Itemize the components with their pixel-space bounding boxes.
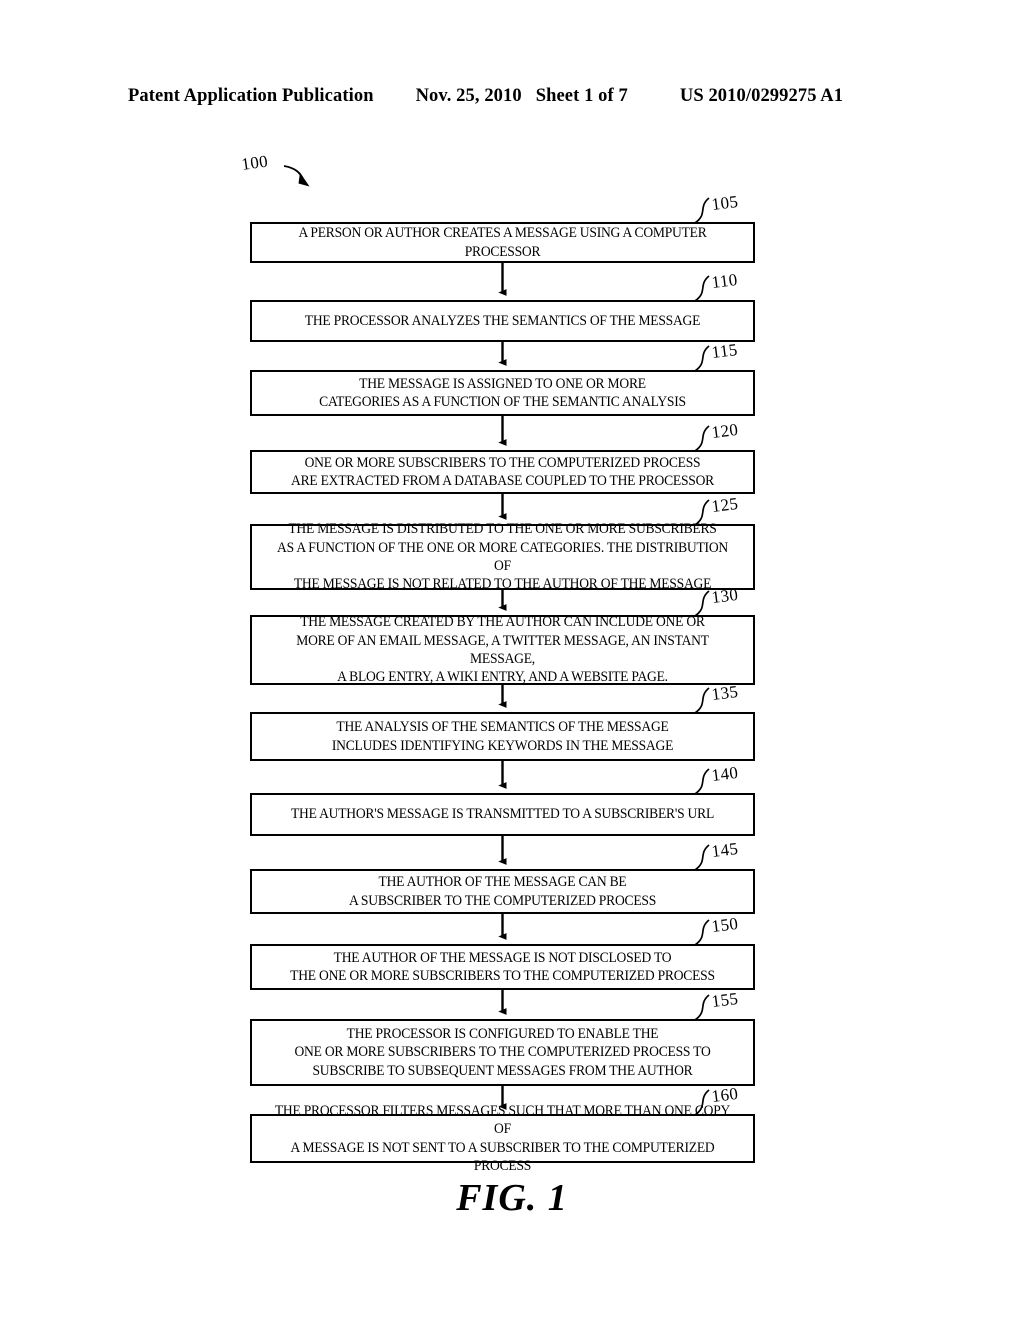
figure-caption: FIG. 1 [456, 1177, 568, 1219]
reference-numeral-155: 155 [710, 988, 740, 1012]
flowchart-figure: 100 A PERSON OR AUTHOR CREATES A MESSAGE… [0, 0, 1024, 1320]
flowchart-step-120: ONE OR MORE SUBSCRIBERS TO THE COMPUTERI… [250, 450, 755, 494]
flowchart-step-150: THE AUTHOR OF THE MESSAGE IS NOT DISCLOS… [250, 944, 755, 990]
flowchart-step-105: A PERSON OR AUTHOR CREATES A MESSAGE USI… [250, 222, 755, 263]
reference-numeral-140: 140 [710, 762, 740, 786]
reference-numeral-120: 120 [710, 419, 740, 443]
reference-numeral-105: 105 [710, 191, 740, 215]
reference-numeral-135: 135 [710, 681, 740, 705]
flowchart-step-label: THE MESSAGE IS DISTRIBUTED TO THE ONE OR… [277, 521, 728, 593]
flowchart-step-140: THE AUTHOR'S MESSAGE IS TRANSMITTED TO A… [250, 793, 755, 836]
flowchart-step-label: THE PROCESSOR FILTERS MESSAGES SUCH THAT… [274, 1102, 731, 1174]
reference-numeral-110: 110 [710, 269, 739, 293]
flowchart-step-160: THE PROCESSOR FILTERS MESSAGES SUCH THAT… [250, 1103, 755, 1174]
leader-line-130 [694, 590, 710, 617]
flowchart-step-label: THE AUTHOR'S MESSAGE IS TRANSMITTED TO A… [290, 806, 715, 823]
flowchart-step-label: ONE OR MORE SUBSCRIBERS TO THE COMPUTERI… [290, 454, 715, 489]
reference-numeral-130: 130 [710, 584, 740, 608]
reference-numeral-150: 150 [710, 913, 740, 937]
flowchart-step-115: THE MESSAGE IS ASSIGNED TO ONE OR MORE C… [250, 370, 755, 416]
leader-line-155 [694, 994, 710, 1021]
flowchart-step-label: THE AUTHOR OF THE MESSAGE CAN BE A SUBSC… [348, 874, 657, 909]
flowchart-step-125: THE MESSAGE IS DISTRIBUTED TO THE ONE OR… [250, 521, 755, 592]
flowchart-step-label: THE MESSAGE CREATED BY THE AUTHOR CAN IN… [296, 614, 709, 686]
flowchart-step-label: THE PROCESSOR IS CONFIGURED TO ENABLE TH… [294, 1025, 711, 1079]
leader-line-115 [694, 345, 710, 372]
figure-origin-ref: 100 [240, 151, 270, 175]
flowchart-step-label: THE MESSAGE IS ASSIGNED TO ONE OR MORE C… [319, 375, 686, 410]
flowchart-step-110: THE PROCESSOR ANALYZES THE SEMANTICS OF … [250, 300, 755, 342]
flowchart-step-145: THE AUTHOR OF THE MESSAGE CAN BE A SUBSC… [250, 869, 755, 914]
reference-numeral-145: 145 [710, 838, 740, 862]
leader-line-150 [694, 919, 710, 946]
flowchart-step-130: THE MESSAGE CREATED BY THE AUTHOR CAN IN… [250, 614, 755, 686]
flowchart-step-label: THE ANALYSIS OF THE SEMANTICS OF THE MES… [331, 719, 674, 754]
flowchart-step-label: A PERSON OR AUTHOR CREATES A MESSAGE USI… [298, 225, 707, 260]
flowchart-step-label: THE AUTHOR OF THE MESSAGE IS NOT DISCLOS… [290, 949, 715, 984]
leader-line-110 [694, 275, 710, 302]
leader-line-120 [694, 425, 710, 452]
leader-line-140 [694, 768, 710, 795]
reference-numeral-125: 125 [710, 493, 740, 517]
reference-numeral-115: 115 [710, 339, 739, 363]
reference-numeral-160: 160 [710, 1083, 740, 1107]
flowchart-step-label: THE PROCESSOR ANALYZES THE SEMANTICS OF … [304, 312, 701, 329]
flowchart-step-155: THE PROCESSOR IS CONFIGURED TO ENABLE TH… [250, 1019, 755, 1086]
leader-line-135 [694, 687, 710, 714]
leader-line-105 [694, 197, 710, 224]
leader-line-145 [694, 844, 710, 871]
flowchart-step-135: THE ANALYSIS OF THE SEMANTICS OF THE MES… [250, 712, 755, 761]
